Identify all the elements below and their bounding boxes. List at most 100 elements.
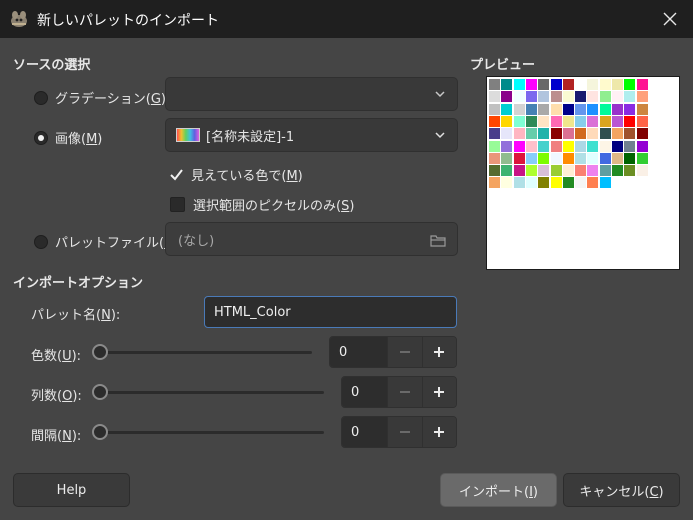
palette-name-input[interactable]	[204, 296, 457, 328]
folder-icon	[430, 235, 446, 247]
image-select[interactable]: [名称未設定]-1	[165, 118, 458, 152]
palette-swatch	[636, 128, 648, 140]
columns-decrement-button[interactable]	[387, 377, 422, 407]
palette-swatch	[513, 91, 525, 103]
palette-swatch	[538, 152, 550, 164]
interval-value[interactable]: 0	[342, 417, 388, 447]
minus-icon	[399, 431, 410, 433]
palette-swatch	[612, 103, 623, 115]
selection-pixels-checkbox[interactable]: 選択範囲のピクセルのみ(S)	[170, 195, 354, 214]
num-colors-slider-handle[interactable]	[92, 344, 108, 360]
columns-spinbutton[interactable]: 0	[341, 376, 457, 408]
palette-swatch	[587, 140, 599, 152]
help-button[interactable]: Help	[13, 473, 130, 507]
gradient-select[interactable]	[165, 77, 458, 111]
palette-swatch	[513, 79, 525, 90]
image-radio-indicator[interactable]	[34, 130, 48, 145]
num-colors-decrement-button[interactable]	[387, 337, 422, 367]
visible-colors-check[interactable]	[170, 168, 183, 181]
palette-preview	[486, 76, 680, 270]
palette-swatch	[636, 152, 648, 164]
image-thumbnail-icon	[176, 128, 200, 142]
palette-swatch	[525, 152, 537, 164]
interval-decrement-button[interactable]	[387, 417, 422, 447]
palette-swatch	[550, 91, 562, 103]
palette-swatch	[525, 177, 537, 189]
import-button-label: インポート(I)	[459, 484, 538, 500]
chevron-down-icon	[435, 132, 445, 139]
palette-swatch	[550, 165, 562, 177]
image-radio-label: 画像(M)	[55, 132, 103, 147]
palette-swatch	[624, 128, 636, 140]
palette-swatch	[525, 128, 537, 140]
palette-swatch	[489, 177, 500, 189]
palette-swatch	[501, 79, 513, 90]
selection-pixels-label: 選択範囲のピクセルのみ(S)	[193, 199, 355, 214]
columns-slider[interactable]	[92, 391, 324, 394]
palette-swatch	[575, 177, 587, 189]
palette-swatch	[575, 103, 587, 115]
close-icon	[663, 12, 677, 26]
interval-slider-handle[interactable]	[92, 424, 108, 440]
palette-swatch	[624, 79, 636, 90]
palette-swatch	[587, 115, 599, 127]
columns-slider-handle[interactable]	[92, 384, 108, 400]
gradient-radio-label: グラデーション(G)	[55, 92, 166, 107]
palette-swatch	[538, 91, 550, 103]
import-button[interactable]: インポート(I)	[440, 473, 557, 507]
num-colors-increment-button[interactable]	[421, 337, 456, 367]
palette-swatch	[501, 140, 513, 152]
palette-swatch	[550, 79, 562, 90]
palette-name-label: パレット名(N):	[31, 308, 121, 323]
image-radio[interactable]: 画像(M)	[34, 128, 102, 147]
palette-swatch	[562, 103, 574, 115]
visible-colors-checkbox[interactable]: 見えている色で(M)	[170, 165, 303, 184]
palette-swatch	[575, 79, 587, 90]
num-colors-spinbutton[interactable]: 0	[329, 336, 457, 368]
palette-swatch	[550, 128, 562, 140]
palette-swatch	[525, 91, 537, 103]
palette-swatch	[575, 152, 587, 164]
palette-file-chooser[interactable]: (なし)	[165, 222, 458, 256]
palette-swatch	[538, 79, 550, 90]
palette-swatch	[513, 140, 525, 152]
columns-value[interactable]: 0	[342, 377, 388, 407]
columns-increment-button[interactable]	[421, 377, 456, 407]
close-button[interactable]	[647, 0, 693, 38]
interval-increment-button[interactable]	[421, 417, 456, 447]
help-button-label: Help	[56, 482, 87, 498]
palette-swatch	[575, 128, 587, 140]
interval-spinbutton[interactable]: 0	[341, 416, 457, 448]
palette-swatch	[599, 91, 611, 103]
palette-swatch	[513, 103, 525, 115]
preview-heading: プレビュー	[470, 58, 536, 73]
palette-swatch	[489, 140, 500, 152]
palette-swatch	[562, 177, 574, 189]
gradient-radio[interactable]: グラデーション(G)	[34, 88, 166, 107]
checkmark-icon	[170, 169, 183, 181]
palette-swatch	[525, 140, 537, 152]
palette-swatch	[489, 152, 500, 164]
palette-swatch	[562, 79, 574, 90]
palette-file-radio-indicator[interactable]	[34, 234, 48, 249]
image-select-text: [名称未設定]-1	[206, 129, 295, 145]
num-colors-slider[interactable]	[92, 351, 312, 354]
interval-label: 間隔(N):	[31, 429, 82, 444]
palette-swatch	[575, 165, 587, 177]
palette-swatch	[636, 79, 648, 90]
palette-file-radio[interactable]: パレットファイル(F)	[34, 232, 177, 251]
num-colors-value[interactable]: 0	[330, 337, 388, 367]
palette-swatch	[538, 165, 550, 177]
gradient-radio-indicator[interactable]	[34, 90, 48, 105]
cancel-button-label: キャンセル(C)	[579, 484, 664, 500]
palette-swatch	[575, 91, 587, 103]
cancel-button[interactable]: キャンセル(C)	[563, 473, 680, 507]
interval-slider[interactable]	[92, 431, 324, 434]
columns-label: 列数(O):	[31, 389, 82, 404]
options-heading: インポートオプション	[13, 276, 144, 291]
palette-swatch	[587, 177, 599, 189]
selection-pixels-check[interactable]	[170, 197, 185, 212]
palette-swatch	[513, 152, 525, 164]
palette-swatch	[501, 152, 513, 164]
palette-swatch	[513, 115, 525, 127]
